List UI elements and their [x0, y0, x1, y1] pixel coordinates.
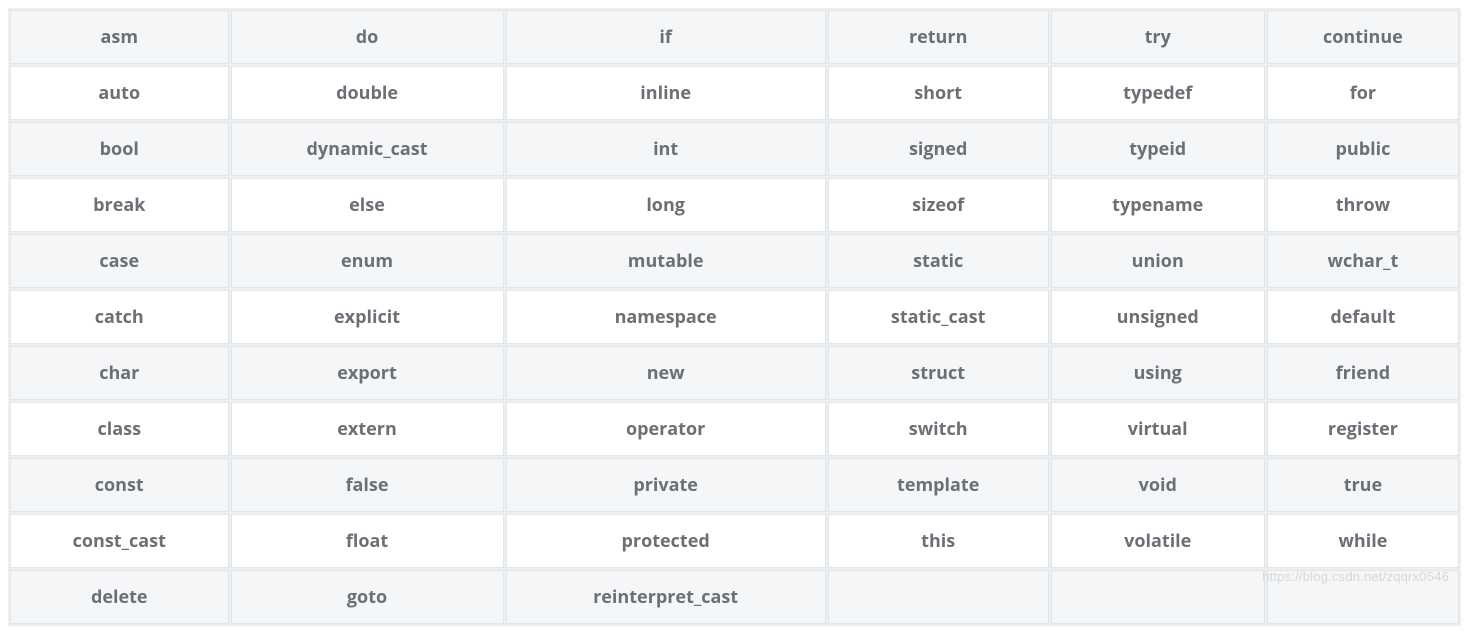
table-cell: enum [231, 234, 504, 288]
table-cell: inline [506, 66, 826, 120]
table-cell: extern [231, 402, 504, 456]
table-cell: for [1267, 66, 1459, 120]
table-cell: catch [10, 290, 229, 344]
table-cell: bool [10, 122, 229, 176]
table-cell: goto [231, 570, 504, 624]
table-cell: using [1051, 346, 1265, 400]
table-cell: class [10, 402, 229, 456]
table-cell: long [506, 178, 826, 232]
table-cell: friend [1267, 346, 1459, 400]
table-cell: operator [506, 402, 826, 456]
table-row: case enum mutable static union wchar_t [10, 234, 1459, 288]
table-cell: struct [828, 346, 1049, 400]
table-cell: typeid [1051, 122, 1265, 176]
table-cell: dynamic_cast [231, 122, 504, 176]
table-header-cell: continue [1267, 10, 1459, 64]
table-cell [1051, 570, 1265, 624]
table-cell [1267, 570, 1459, 624]
table-cell: false [231, 458, 504, 512]
table-cell: typedef [1051, 66, 1265, 120]
table-cell: unsigned [1051, 290, 1265, 344]
table-cell: void [1051, 458, 1265, 512]
table-header-row: asm do if return try continue [10, 10, 1459, 64]
table-cell: namespace [506, 290, 826, 344]
table-cell: int [506, 122, 826, 176]
table-cell: explicit [231, 290, 504, 344]
table-cell: break [10, 178, 229, 232]
table-cell: true [1267, 458, 1459, 512]
table-cell: char [10, 346, 229, 400]
table-cell: throw [1267, 178, 1459, 232]
table-cell: else [231, 178, 504, 232]
table-header-cell: do [231, 10, 504, 64]
table-cell: static_cast [828, 290, 1049, 344]
table-row: break else long sizeof typename throw [10, 178, 1459, 232]
table-header-cell: if [506, 10, 826, 64]
table-head: asm do if return try continue [10, 10, 1459, 64]
table-body: auto double inline short typedef for boo… [10, 66, 1459, 624]
table-row: const false private template void true [10, 458, 1459, 512]
table-cell: public [1267, 122, 1459, 176]
table-cell: template [828, 458, 1049, 512]
table-cell: register [1267, 402, 1459, 456]
table-cell: default [1267, 290, 1459, 344]
table-cell: float [231, 514, 504, 568]
table-cell: case [10, 234, 229, 288]
table-cell: short [828, 66, 1049, 120]
table-row: const_cast float protected this volatile… [10, 514, 1459, 568]
table-cell: private [506, 458, 826, 512]
table-cell: protected [506, 514, 826, 568]
table-cell: const_cast [10, 514, 229, 568]
table-cell: sizeof [828, 178, 1049, 232]
table-row: bool dynamic_cast int signed typeid publ… [10, 122, 1459, 176]
table-cell: volatile [1051, 514, 1265, 568]
table-cell: union [1051, 234, 1265, 288]
table-cell: switch [828, 402, 1049, 456]
table-cell: double [231, 66, 504, 120]
table-cell: wchar_t [1267, 234, 1459, 288]
table-cell: export [231, 346, 504, 400]
table-row: delete goto reinterpret_cast [10, 570, 1459, 624]
keywords-table: asm do if return try continue auto doubl… [8, 8, 1461, 626]
table-cell: this [828, 514, 1049, 568]
table-cell: auto [10, 66, 229, 120]
table-row: auto double inline short typedef for [10, 66, 1459, 120]
table-row: catch explicit namespace static_cast uns… [10, 290, 1459, 344]
table-cell: mutable [506, 234, 826, 288]
table-cell: new [506, 346, 826, 400]
table-cell: virtual [1051, 402, 1265, 456]
table-header-cell: asm [10, 10, 229, 64]
table-cell [828, 570, 1049, 624]
table-cell: while [1267, 514, 1459, 568]
table-row: char export new struct using friend [10, 346, 1459, 400]
table-header-cell: try [1051, 10, 1265, 64]
table-cell: static [828, 234, 1049, 288]
table-cell: signed [828, 122, 1049, 176]
table-cell: const [10, 458, 229, 512]
table-cell: delete [10, 570, 229, 624]
table-row: class extern operator switch virtual reg… [10, 402, 1459, 456]
table-header-cell: return [828, 10, 1049, 64]
table-cell: reinterpret_cast [506, 570, 826, 624]
table-cell: typename [1051, 178, 1265, 232]
